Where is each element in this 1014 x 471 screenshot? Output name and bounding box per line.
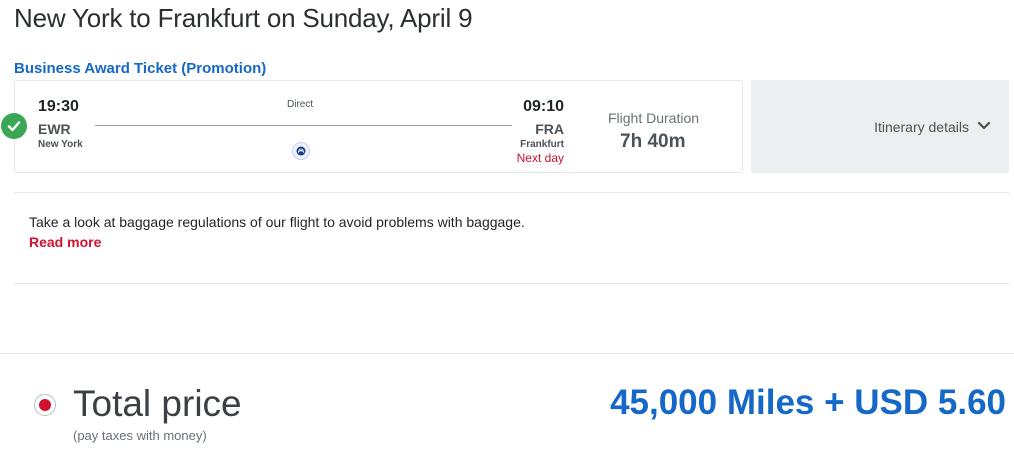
chevron-down-icon bbox=[977, 118, 991, 136]
flight-duration-value: 7h 40m bbox=[620, 131, 686, 152]
stops-label: Direct bbox=[287, 99, 314, 110]
flight-duration-label: Flight Duration bbox=[608, 110, 700, 126]
radio-selected-dot bbox=[39, 399, 51, 411]
divider bbox=[14, 192, 1009, 193]
arrival-time: 09:10 bbox=[523, 98, 564, 115]
check-circle-icon bbox=[1, 113, 27, 139]
divider bbox=[14, 283, 1009, 284]
departure-airport-code: EWR bbox=[38, 121, 71, 137]
read-more-link[interactable]: Read more bbox=[29, 234, 101, 250]
baggage-info-text: Take a look at baggage regulations of ou… bbox=[29, 214, 525, 230]
united-airlines-logo-icon bbox=[292, 142, 310, 160]
total-price-radio[interactable] bbox=[34, 394, 56, 416]
itinerary-details-label: Itinerary details bbox=[874, 118, 969, 135]
total-price-label: Total price bbox=[73, 383, 242, 424]
flight-card[interactable]: 19:30 EWR New York Direct 09:10 FRA Fran… bbox=[1, 80, 743, 173]
page-title: New York to Frankfurt on Sunday, April 9 bbox=[14, 3, 473, 33]
arrival-city: Frankfurt bbox=[520, 139, 564, 150]
itinerary-details-button[interactable]: Itinerary details bbox=[751, 80, 1009, 173]
departure-time: 19:30 bbox=[38, 98, 79, 115]
divider bbox=[0, 353, 1014, 354]
next-day-label: Next day bbox=[516, 151, 564, 165]
departure-city: New York bbox=[38, 139, 83, 150]
arrival-airport-code: FRA bbox=[535, 121, 564, 137]
total-price-sublabel: (pay taxes with money) bbox=[73, 428, 207, 443]
ticket-type-label: Business Award Ticket (Promotion) bbox=[14, 60, 267, 77]
total-price-value: 45,000 Miles + USD 5.60 bbox=[610, 383, 1006, 422]
route-line bbox=[95, 125, 512, 126]
